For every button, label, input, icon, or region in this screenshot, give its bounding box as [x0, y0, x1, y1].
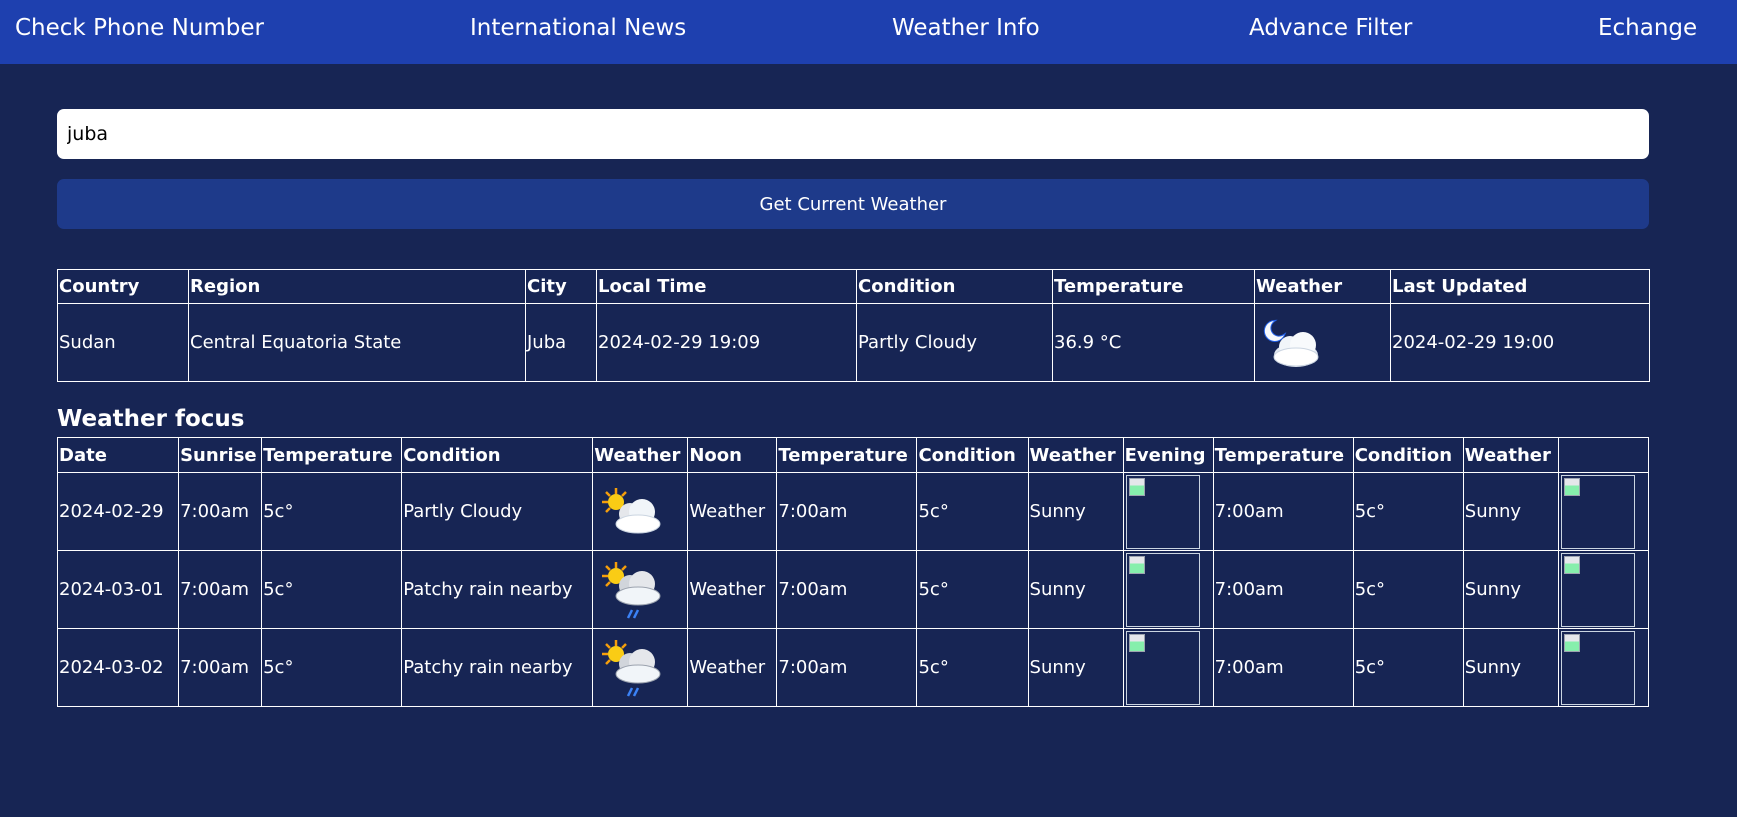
- cell-weather: Sunny: [1027, 550, 1124, 629]
- nav-check-phone-number[interactable]: Check Phone Number: [15, 0, 264, 58]
- cell-weather: Sunny: [1462, 550, 1559, 629]
- cell-condition: 5c°: [1352, 550, 1464, 629]
- weather-focus-title: Weather focus: [57, 406, 245, 432]
- get-current-weather-button[interactable]: Get Current Weather: [57, 179, 1649, 229]
- table-row: 2024-03-01 7:00am 5c° Patchy rain nearby…: [56, 550, 1650, 629]
- broken-image-icon: [1560, 552, 1635, 627]
- city-search-input[interactable]: [57, 109, 1649, 159]
- col-header-weather: Weather: [1254, 269, 1391, 304]
- cell-city: Juba: [525, 303, 597, 382]
- cell-region: Central Equatoria State: [188, 303, 526, 382]
- col-header-sunrise: Sunrise: [178, 437, 263, 473]
- nav-echange[interactable]: Echange: [1598, 0, 1697, 58]
- cell-weather: Sunny: [1027, 472, 1124, 551]
- cell-date: 2024-03-02: [56, 628, 180, 707]
- col-header-evening: Evening: [1122, 437, 1214, 473]
- cell-noon: Weather: [687, 550, 778, 629]
- col-header-city: City: [525, 269, 597, 304]
- cell-last-updated: 2024-02-29 19:00: [1390, 303, 1650, 382]
- col-header-empty: [1557, 437, 1650, 473]
- broken-image-icon: [1560, 474, 1635, 549]
- col-header-condition: Condition: [1352, 437, 1464, 473]
- broken-image-icon: [1125, 474, 1200, 549]
- cell-condition: Partly Cloudy: [856, 303, 1053, 382]
- col-header-region: Region: [188, 269, 526, 304]
- sun-cloud-rain-icon: [602, 561, 661, 619]
- cell-condition: 5c°: [916, 472, 1029, 551]
- table-header-row: Date Sunrise Temperature Condition Weath…: [56, 437, 1650, 473]
- cell-condition: 5c°: [1352, 472, 1464, 551]
- cell-last-icon: [1557, 550, 1650, 629]
- cell-temperature: 5c°: [261, 628, 403, 707]
- cell-sunrise: 7:00am: [178, 472, 263, 551]
- col-header-date: Date: [56, 437, 180, 473]
- table-row: 2024-03-02 7:00am 5c° Patchy rain nearby…: [56, 628, 1650, 707]
- cell-noon: Weather: [687, 472, 778, 551]
- cell-weather-icon: [592, 628, 689, 707]
- broken-image-icon: [1125, 552, 1200, 627]
- cell-weather-icon: [592, 472, 689, 551]
- cell-evening-icon: [1122, 472, 1214, 551]
- col-header-temperature: Temperature: [1212, 437, 1354, 473]
- cell-weather-icon: [592, 550, 689, 629]
- cell-temperature: 7:00am: [1212, 472, 1354, 551]
- cell-evening-icon: [1122, 550, 1214, 629]
- cell-weather: Sunny: [1462, 472, 1559, 551]
- col-header-condition: Condition: [916, 437, 1029, 473]
- col-header-temperature: Temperature: [261, 437, 403, 473]
- cell-temperature: 7:00am: [776, 628, 918, 707]
- cell-temperature: 7:00am: [1212, 550, 1354, 629]
- weather-focus-table: Date Sunrise Temperature Condition Weath…: [56, 437, 1650, 707]
- broken-image-icon: [1560, 630, 1635, 705]
- col-header-condition: Condition: [856, 269, 1053, 304]
- nav-weather-info[interactable]: Weather Info: [892, 0, 1040, 58]
- cell-temperature: 36.9 °C: [1052, 303, 1255, 382]
- cell-temperature: 7:00am: [776, 472, 918, 551]
- cell-sunrise: 7:00am: [178, 550, 263, 629]
- col-header-last-updated: Last Updated: [1390, 269, 1650, 304]
- cell-last-icon: [1557, 472, 1650, 551]
- col-header-temperature: Temperature: [1052, 269, 1255, 304]
- cell-condition: 5c°: [916, 628, 1029, 707]
- col-header-noon: Noon: [687, 437, 778, 473]
- col-header-temperature: Temperature: [776, 437, 918, 473]
- table-row: 2024-02-29 7:00am 5c° Partly Cloudy Weat…: [56, 472, 1650, 551]
- cell-condition: Partly Cloudy: [401, 472, 594, 551]
- table-header-row: Country Region City Local Time Condition…: [57, 269, 1650, 304]
- cell-noon: Weather: [687, 628, 778, 707]
- table-row: Sudan Central Equatoria State Juba 2024-…: [57, 303, 1650, 382]
- top-navbar: Check Phone Number International News We…: [0, 0, 1737, 64]
- cell-condition: 5c°: [1352, 628, 1464, 707]
- cell-country: Sudan: [57, 303, 189, 382]
- col-header-local-time: Local Time: [596, 269, 857, 304]
- cell-sunrise: 7:00am: [178, 628, 263, 707]
- moon-cloud-icon: [1263, 319, 1319, 367]
- cell-temperature: 5c°: [261, 472, 403, 551]
- current-weather-table: Country Region City Local Time Condition…: [57, 269, 1650, 382]
- cell-temperature: 7:00am: [1212, 628, 1354, 707]
- col-header-country: Country: [57, 269, 189, 304]
- cell-temperature: 7:00am: [776, 550, 918, 629]
- cell-condition: 5c°: [916, 550, 1029, 629]
- cell-weather-icon: [1254, 303, 1391, 382]
- cell-temperature: 5c°: [261, 550, 403, 629]
- cell-condition: Patchy rain nearby: [401, 550, 594, 629]
- cell-condition: Patchy rain nearby: [401, 628, 594, 707]
- cell-weather: Sunny: [1462, 628, 1559, 707]
- nav-advance-filter[interactable]: Advance Filter: [1249, 0, 1412, 58]
- cell-date: 2024-03-01: [56, 550, 180, 629]
- sun-cloud-icon: [602, 487, 661, 533]
- cell-evening-icon: [1122, 628, 1214, 707]
- broken-image-icon: [1125, 630, 1200, 705]
- cell-date: 2024-02-29: [56, 472, 180, 551]
- col-header-weather: Weather: [1462, 437, 1559, 473]
- col-header-weather: Weather: [1027, 437, 1124, 473]
- col-header-condition: Condition: [401, 437, 594, 473]
- cell-last-icon: [1557, 628, 1650, 707]
- sun-cloud-rain-icon: [602, 639, 661, 697]
- col-header-weather: Weather: [592, 437, 689, 473]
- cell-weather: Sunny: [1027, 628, 1124, 707]
- cell-local-time: 2024-02-29 19:09: [596, 303, 857, 382]
- nav-international-news[interactable]: International News: [470, 0, 686, 58]
